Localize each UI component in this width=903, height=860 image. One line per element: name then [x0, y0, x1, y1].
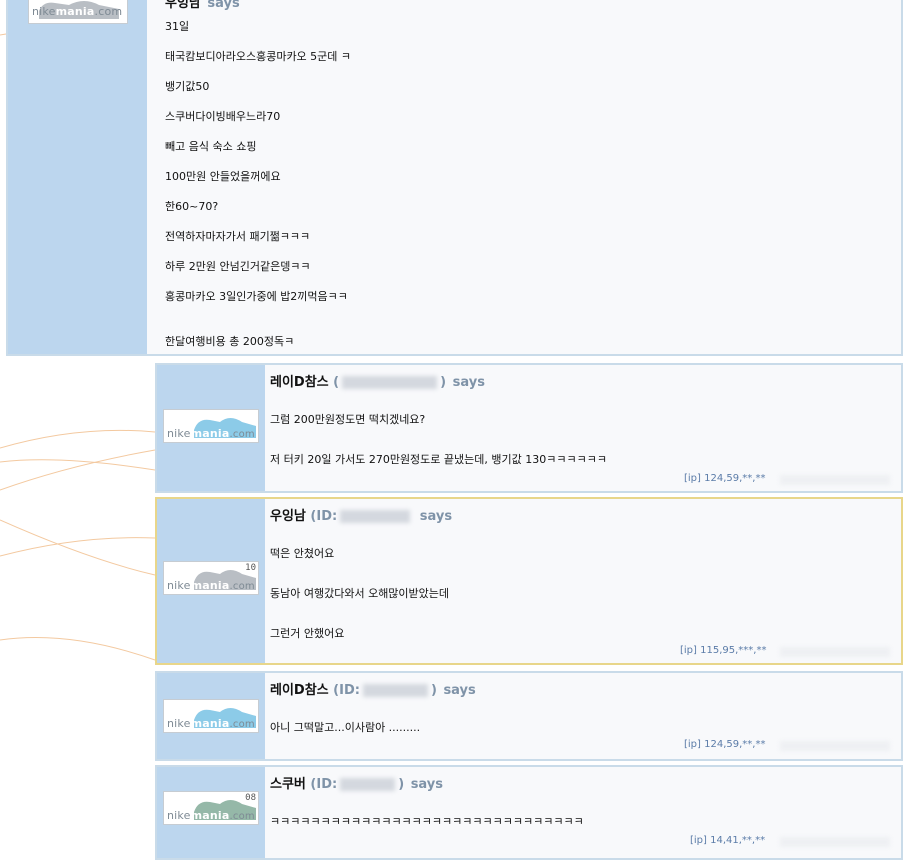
ip-address: [ip] 14,41,**,**: [690, 835, 766, 846]
reply-line: 저 터키 20일 가서도 270만원정도로 끝냈는데, 뱅기값 130ㅋㅋㅋㅋㅋ…: [270, 453, 607, 466]
post-line: 빼고 음식 숙소 쇼핑: [165, 140, 257, 153]
author-name[interactable]: 우잉남: [165, 0, 201, 11]
reply-line: 그럼 200만원정도면 떡치겠네요?: [270, 413, 426, 426]
post-line: 뱅기값50: [165, 80, 210, 93]
says-label: says: [443, 683, 476, 698]
says-label: says: [419, 509, 453, 524]
ip-address: [ip] 124,59,**,**: [684, 473, 766, 484]
nikemania-logo: nikemania.com 08: [163, 791, 259, 825]
user-id: (ID:): [333, 683, 437, 698]
user-id: (): [333, 375, 447, 390]
post-line: 100만원 안들었을꺼에요: [165, 170, 281, 183]
author-sidebar: nikemania.com 10: [157, 499, 265, 663]
reply-line: 아니 그떡말고...이사람아 .........: [270, 721, 421, 734]
level-badge: 10: [245, 563, 256, 573]
says-label: says: [410, 777, 444, 792]
reply-post-1: nikemania.com 레이D참스 () says 그럼 200만원정도면 …: [155, 363, 903, 493]
post-line: 스쿠버다이빙배우느라70: [165, 110, 281, 123]
says-label: says: [452, 375, 485, 390]
post-line: 하루 2만원 안넘긴거같은뎅ㅋㅋ: [165, 260, 311, 273]
user-id: (ID:: [310, 509, 413, 524]
author-name[interactable]: 우잉남: [270, 509, 306, 524]
ip-address: [ip] 124,59,**,**: [684, 739, 766, 750]
author-name[interactable]: 레이D참스: [270, 683, 329, 698]
post-line: 홍콩마카오 3일인가중에 밥2끼먹음ㅋㅋ: [165, 290, 348, 303]
reply-post-2: nikemania.com 10 우잉남 (ID: says 떡은 안쳤어요 동…: [155, 497, 903, 665]
author-name[interactable]: 스쿠버: [270, 777, 306, 792]
author-name[interactable]: 레이D참스: [270, 375, 329, 390]
post-line: 31일: [165, 20, 190, 33]
nikemania-logo: nikemania.com: [28, 0, 128, 24]
says-label: says: [207, 0, 240, 11]
nikemania-logo: nikemania.com: [163, 409, 259, 443]
reply-line: 그런거 안했어요: [270, 627, 345, 640]
level-badge: 08: [245, 793, 256, 803]
reply-line: ㅋㅋㅋㅋㅋㅋㅋㅋㅋㅋㅋㅋㅋㅋㅋㅋㅋㅋㅋㅋㅋㅋㅋㅋㅋㅋㅋㅋㅋㅋㅋ: [270, 815, 584, 828]
post-line: 전역하자마자가서 패기쩖ㅋㅋㅋ: [165, 230, 311, 243]
post-line: 한60~70?: [165, 200, 219, 213]
author-sidebar: nikemania.com: [157, 365, 265, 491]
reply-post-3: nikemania.com 레이D참스 (ID:) says 아니 그떡말고..…: [155, 671, 903, 761]
nikemania-logo: nikemania.com: [163, 699, 259, 733]
reply-line: 떡은 안쳤어요: [270, 547, 335, 560]
post-line: 태국캄보디아라오스홍콩마카오 5군데 ㅋ: [165, 50, 352, 63]
comment-post-first: nikemania.com 우잉남 says 31일 태국캄보디아라오스홍콩마카…: [6, 0, 903, 356]
post-line: 한달여행비용 총 200정독ㅋ: [165, 335, 295, 348]
ip-address: [ip] 115,95,***,**: [680, 645, 767, 656]
nikemania-logo: nikemania.com 10: [163, 561, 259, 595]
reply-line: 동남아 여행갔다와서 오해많이받았는데: [270, 587, 450, 600]
author-sidebar: nikemania.com 08: [157, 767, 265, 858]
author-sidebar: nikemania.com: [157, 673, 265, 759]
user-id: (ID:): [310, 777, 405, 792]
author-sidebar: nikemania.com: [8, 0, 147, 354]
